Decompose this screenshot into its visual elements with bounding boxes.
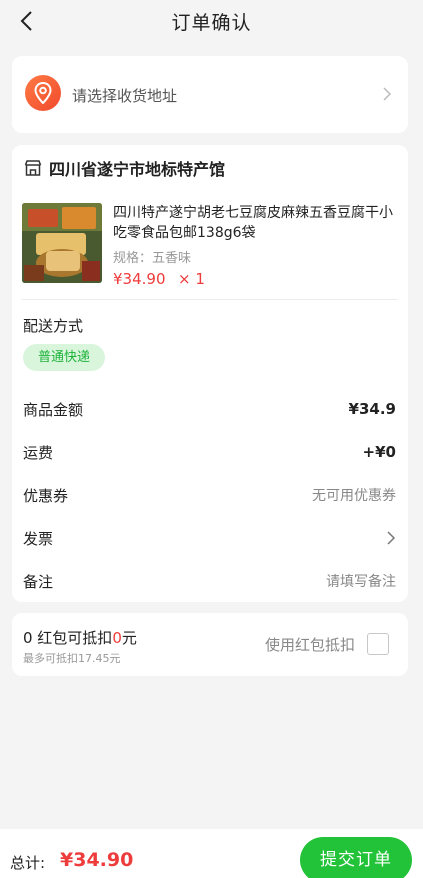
red-packet-deduction: 0 红包可抵扣0元 [23, 629, 137, 647]
chevron-right-icon [387, 531, 396, 545]
checkout-bar: 总计: ¥34.90 提交订单 [0, 829, 423, 878]
invoice-row[interactable]: 发票 [23, 527, 396, 549]
goods-amount-row: 商品金额 ¥34.9 [23, 398, 396, 420]
location-pin-icon [25, 75, 61, 111]
red-packet-checkbox[interactable] [367, 633, 389, 655]
product-quantity: × 1 [178, 270, 205, 288]
shop-header: 四川省遂宁市地标特产馆 [24, 157, 225, 179]
note-label: 备注 [23, 572, 54, 591]
freight-value: +¥0 [362, 443, 396, 461]
freight-label: 运费 [23, 443, 54, 462]
coupon-row: 优惠券 无可用优惠券 [23, 484, 396, 506]
total-amount: ¥34.90 [60, 849, 134, 871]
shop-name: 四川省遂宁市地标特产馆 [49, 160, 226, 179]
freight-row: 运费 +¥0 [23, 441, 396, 463]
shipping-label: 配送方式 [23, 317, 84, 335]
coupon-label: 优惠券 [23, 486, 69, 505]
submit-order-button[interactable]: 提交订单 [300, 837, 412, 878]
goods-amount-value: ¥34.9 [348, 400, 396, 418]
chevron-right-icon [383, 87, 392, 101]
product-price: ¥34.90 [113, 270, 166, 288]
goods-amount-label: 商品金额 [23, 400, 84, 419]
address-placeholder: 请选择收货地址 [72, 87, 178, 105]
coupon-value: 无可用优惠券 [312, 488, 396, 504]
address-selector[interactable]: 请选择收货地址 [12, 56, 408, 133]
product-title[interactable]: 四川特产遂宁胡老七豆腐皮麻辣五香豆腐干小吃零食品包邮138g6袋 [113, 203, 398, 243]
store-icon [24, 160, 42, 176]
red-packet-amount: 0 [112, 629, 122, 647]
shipping-method-tag[interactable]: 普通快递 [23, 344, 105, 371]
red-packet-card: 0 红包可抵扣0元 最多可抵扣17.45元 使用红包抵扣 [12, 613, 408, 676]
header-bar: 订单确认 [0, 0, 423, 44]
total-label: 总计: [10, 854, 46, 872]
order-card: 四川省遂宁市地标特产馆 四川特产遂宁胡老七豆腐皮麻辣五香豆腐干小吃零食品包邮13… [12, 145, 408, 602]
product-spec: 规格：五香味 [113, 251, 192, 266]
product-image[interactable] [22, 203, 102, 283]
red-packet-max: 最多可抵扣17.45元 [23, 652, 121, 665]
divider [22, 299, 398, 300]
invoice-label: 发票 [23, 529, 54, 548]
note-input[interactable]: 请填写备注 [326, 571, 396, 591]
page-title: 订单确认 [171, 12, 252, 34]
note-row[interactable]: 备注 请填写备注 [23, 570, 396, 592]
red-packet-use-label: 使用红包抵扣 [265, 636, 356, 654]
